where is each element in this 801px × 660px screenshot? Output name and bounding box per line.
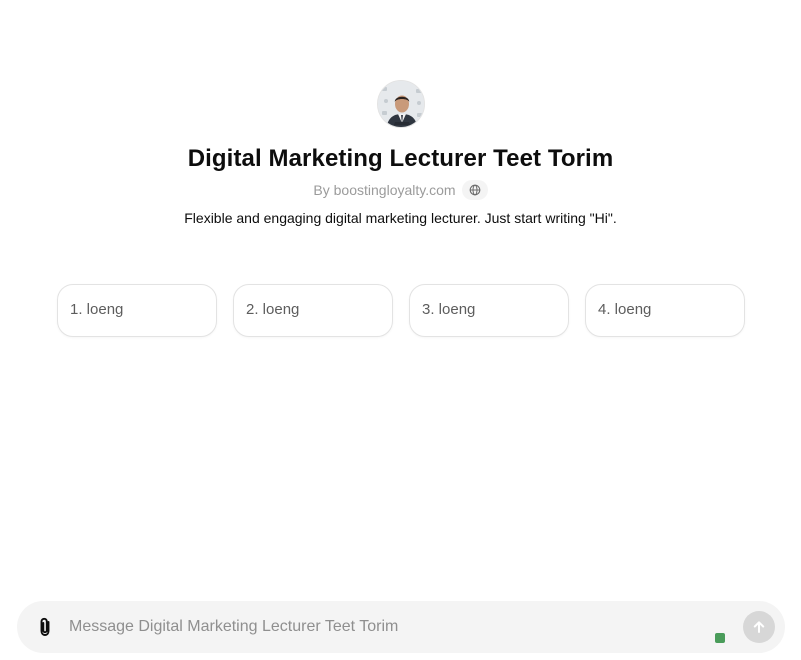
globe-icon bbox=[469, 184, 480, 196]
website-link-button[interactable] bbox=[461, 180, 488, 200]
author-label: By boostingloyalty.com bbox=[313, 182, 456, 198]
attach-file-button[interactable] bbox=[25, 607, 65, 647]
message-composer bbox=[17, 601, 785, 653]
person-portrait-icon bbox=[377, 81, 424, 127]
gpt-chat-page: Digital Marketing Lecturer Teet Torim By… bbox=[0, 0, 801, 660]
arrow-up-icon bbox=[753, 621, 765, 633]
starter-button-2[interactable]: 2. loeng bbox=[233, 284, 393, 337]
gpt-byline: By boostingloyalty.com bbox=[313, 180, 488, 200]
conversation-starters: 1. loeng 2. loeng 3. loeng 4. loeng bbox=[57, 284, 745, 337]
starter-button-4[interactable]: 4. loeng bbox=[585, 284, 745, 337]
send-button[interactable] bbox=[743, 611, 775, 643]
starter-button-1[interactable]: 1. loeng bbox=[57, 284, 217, 337]
message-input[interactable] bbox=[69, 607, 743, 647]
gpt-description: Flexible and engaging digital marketing … bbox=[184, 210, 617, 226]
gpt-header: Digital Marketing Lecturer Teet Torim By… bbox=[0, 80, 801, 228]
gpt-avatar bbox=[376, 80, 425, 128]
paperclip-icon bbox=[40, 617, 50, 636]
status-indicator bbox=[715, 633, 725, 643]
gpt-title: Digital Marketing Lecturer Teet Torim bbox=[187, 145, 614, 172]
starter-button-3[interactable]: 3. loeng bbox=[409, 284, 569, 337]
